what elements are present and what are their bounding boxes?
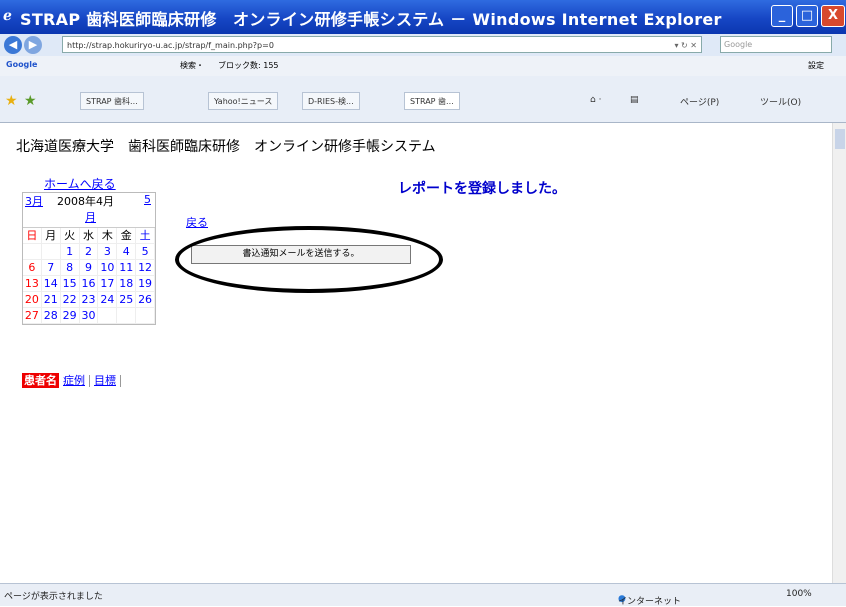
google-label[interactable]: Google xyxy=(6,60,37,69)
goal-link[interactable]: 目標 xyxy=(94,374,116,387)
calendar-day[interactable]: 6 xyxy=(23,260,42,276)
calendar-day[interactable]: 21 xyxy=(41,292,61,308)
tab-strap-active[interactable]: STRAP 歯... xyxy=(404,92,460,110)
calendar-day[interactable]: 3 xyxy=(98,244,118,260)
calendar-day xyxy=(98,308,118,324)
calendar-prev-month[interactable]: 3月 xyxy=(25,193,43,209)
google-search-button[interactable]: 検索・ xyxy=(180,60,204,71)
calendar-day[interactable]: 14 xyxy=(41,276,61,292)
search-input[interactable]: Google xyxy=(720,36,832,53)
calendar-day[interactable]: 1 xyxy=(60,244,80,260)
calendar-next-month[interactable]: 5 xyxy=(144,193,151,206)
address-url: http://strap.hokuriryo-u.ac.jp/strap/f_m… xyxy=(67,41,274,50)
close-button[interactable]: X xyxy=(821,5,845,27)
title-bar: ℯ STRAP 歯科医師臨床研修 オンライン研修手帳システム － Windows… xyxy=(0,0,846,34)
calendar-current-month: 2008年4月 xyxy=(57,195,114,208)
zoom-level[interactable]: 100% xyxy=(786,589,812,599)
calendar-day[interactable]: 5 xyxy=(136,244,155,260)
settings-button[interactable]: 設定 xyxy=(808,60,824,71)
calendar-day[interactable]: 23 xyxy=(79,292,99,308)
google-toolbar: Google 検索・ ブロック数: 155 設定 xyxy=(0,56,846,77)
zone-text: インターネット xyxy=(618,597,682,607)
home-link[interactable]: ホームへ戻る xyxy=(44,175,116,192)
calendar-day[interactable]: 19 xyxy=(136,276,155,292)
calendar-day[interactable]: 18 xyxy=(117,276,137,292)
weekday-header: 水 xyxy=(79,228,99,244)
calendar-day[interactable]: 4 xyxy=(117,244,137,260)
home-icon[interactable]: ⌂ · xyxy=(590,95,601,105)
status-bar: ページが表示されました ● インターネット 100% xyxy=(0,583,846,607)
calendar-day xyxy=(117,308,137,324)
calendar-day[interactable]: 2 xyxy=(79,244,99,260)
calendar-day[interactable]: 22 xyxy=(60,292,80,308)
calendar-day[interactable]: 25 xyxy=(117,292,137,308)
calendar-day[interactable]: 8 xyxy=(60,260,80,276)
back-link[interactable]: 戻る xyxy=(186,214,208,230)
weekday-header: 月 xyxy=(41,228,61,244)
calendar-day[interactable]: 9 xyxy=(79,260,99,276)
patient-tab[interactable]: 患者名 xyxy=(22,373,59,388)
category-links: 患者名 症例 目標 xyxy=(22,372,121,388)
calendar-day[interactable]: 17 xyxy=(98,276,118,292)
weekday-header: 木 xyxy=(98,228,118,244)
page-menu[interactable]: ページ(P) xyxy=(680,95,719,108)
calendar-day xyxy=(23,244,42,260)
calendar: 3月 2008年4月 5 月 日月火水木金土 1 2 3 4 5 6 7 8 9 10 11 12 13 1… xyxy=(22,192,156,325)
feed-icon[interactable]: ▤ xyxy=(630,95,639,105)
calendar-day xyxy=(136,308,155,324)
calendar-day xyxy=(41,244,61,260)
ie-logo-icon: ℯ xyxy=(3,8,12,24)
favorites-star-icon[interactable]: ★ xyxy=(5,93,18,109)
refresh-stop-icon[interactable]: ▾ ↻ ✕ xyxy=(674,37,697,52)
calendar-grid: 日月火水木金土 1 2 3 4 5 6 7 8 9 10 11 12 13 14 15 16 17 18 19 20 21… xyxy=(23,227,155,324)
weekday-header: 土 xyxy=(136,228,155,244)
calendar-day[interactable]: 20 xyxy=(23,292,42,308)
calendar-day[interactable]: 24 xyxy=(98,292,118,308)
success-message: レポートを登録しました。 xyxy=(398,181,566,197)
calendar-day[interactable]: 7 xyxy=(41,260,61,276)
tab-d-ries[interactable]: D-RIES-検... xyxy=(302,92,360,110)
calendar-day[interactable]: 11 xyxy=(117,260,137,276)
calendar-next-month-suffix[interactable]: 月 xyxy=(85,209,96,225)
calendar-day[interactable]: 10 xyxy=(98,260,118,276)
tools-menu[interactable]: ツール(O) xyxy=(760,95,801,108)
weekday-header: 金 xyxy=(117,228,137,244)
calendar-day[interactable]: 28 xyxy=(41,308,61,324)
vertical-scrollbar[interactable] xyxy=(832,123,846,583)
forward-nav-icon[interactable]: ▶ xyxy=(24,36,42,54)
search-placeholder: Google xyxy=(724,40,753,49)
popup-block-count[interactable]: ブロック数: 155 xyxy=(218,60,279,71)
calendar-day[interactable]: 27 xyxy=(23,308,42,324)
tab-yahoo-news[interactable]: Yahoo!ニュース xyxy=(208,92,279,110)
add-favorites-icon[interactable]: ★ xyxy=(24,93,37,109)
status-text: ページが表示されました xyxy=(4,592,103,602)
calendar-day[interactable]: 12 xyxy=(136,260,155,276)
window-title: STRAP 歯科医師臨床研修 オンライン研修手帳システム － Windows I… xyxy=(20,10,722,29)
symptom-link[interactable]: 症例 xyxy=(63,374,85,387)
minimize-button[interactable]: _ xyxy=(771,5,793,27)
page-heading: 北海道医療大学 歯科医師臨床研修 オンライン研修手帳システム xyxy=(16,139,436,155)
back-nav-icon[interactable]: ◀ xyxy=(4,36,22,54)
calendar-day[interactable]: 29 xyxy=(60,308,80,324)
calendar-day[interactable]: 30 xyxy=(79,308,99,324)
tab-strap-1[interactable]: STRAP 歯科... xyxy=(80,92,144,110)
address-input[interactable]: http://strap.hokuriryo-u.ac.jp/strap/f_m… xyxy=(62,36,702,53)
calendar-day[interactable]: 15 xyxy=(60,276,80,292)
calendar-day[interactable]: 26 xyxy=(136,292,155,308)
weekday-header: 日 xyxy=(23,228,42,244)
highlight-oval xyxy=(175,226,443,293)
calendar-day[interactable]: 16 xyxy=(79,276,99,292)
maximize-button[interactable]: □ xyxy=(796,5,818,27)
calendar-day[interactable]: 13 xyxy=(23,276,42,292)
weekday-header: 火 xyxy=(60,228,80,244)
